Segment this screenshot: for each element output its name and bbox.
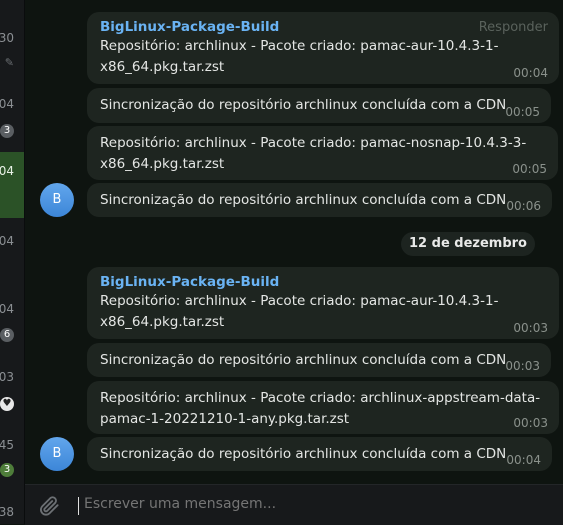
message-time: 00:03	[513, 416, 548, 430]
message-time: 00:06	[506, 199, 541, 213]
message-composer	[25, 484, 563, 525]
message-bubble[interactable]: BigLinux-Package-Build Repositório: arch…	[87, 267, 559, 339]
chat-time: 30	[0, 31, 14, 45]
date-separator: 12 de dezembro	[401, 232, 535, 256]
message-bubble[interactable]: Repositório: archlinux - Pacote criado: …	[87, 126, 558, 180]
chat-time: 45	[0, 438, 14, 452]
message-time: 00:03	[513, 321, 548, 335]
avatar[interactable]: B	[40, 437, 74, 471]
paperclip-icon[interactable]	[38, 495, 60, 517]
message-list[interactable]: BigLinux-Package-Build Repositório: arch…	[25, 0, 563, 484]
chat-time: 04	[0, 164, 14, 178]
chat-time: 04	[0, 234, 14, 248]
message-time: 00:03	[505, 359, 540, 373]
message-text: Sincronização do repositório archlinux c…	[100, 352, 507, 368]
message-time: 00:05	[505, 105, 540, 119]
avatar[interactable]: B	[40, 183, 74, 217]
message-text: Sincronização do repositório archlinux c…	[100, 446, 507, 462]
message-bubble[interactable]: Sincronização do repositório archlinux c…	[87, 343, 551, 377]
message-bubble[interactable]: Sincronização do repositório archlinux c…	[87, 183, 552, 217]
message-time: 00:04	[506, 453, 541, 467]
message-text: Repositório: archlinux - Pacote criado: …	[100, 38, 499, 75]
chat-list-sidebar[interactable]: 30 ✎ 04 3 04 04 04 6 03 ♥ 45 3 38	[0, 0, 25, 524]
message-input[interactable]	[82, 495, 546, 513]
unread-badge: 3	[0, 124, 14, 138]
chat-time: 04	[0, 97, 14, 111]
message-text: Sincronização do repositório archlinux c…	[100, 97, 507, 113]
pin-icon: ✎	[4, 56, 14, 69]
message-time: 00:05	[512, 162, 547, 176]
heart-icon: ♥	[0, 397, 14, 411]
message-bubble[interactable]: Sincronização do repositório archlinux c…	[87, 88, 551, 123]
message-bubble[interactable]: Repositório: archlinux - Pacote criado: …	[87, 381, 559, 434]
message-text: Repositório: archlinux - Pacote criado: …	[100, 390, 541, 427]
message-bubble[interactable]: BigLinux-Package-Build Repositório: arch…	[87, 12, 559, 84]
message-text: Repositório: archlinux - Pacote criado: …	[100, 135, 527, 172]
chat-time: 04	[0, 302, 14, 316]
chat-time: 03	[0, 370, 14, 384]
text-caret	[78, 497, 79, 515]
message-text: Repositório: archlinux - Pacote criado: …	[100, 293, 499, 330]
reply-button[interactable]: Responder	[479, 20, 548, 35]
message-bubble[interactable]: Sincronização do repositório archlinux c…	[87, 437, 552, 471]
chat-item-selected[interactable]	[0, 152, 24, 218]
message-sender[interactable]: BigLinux-Package-Build	[100, 274, 547, 291]
unread-badge: 3	[0, 463, 14, 477]
unread-badge: 6	[0, 328, 14, 342]
message-time: 00:04	[513, 66, 548, 80]
message-text: Sincronização do repositório archlinux c…	[100, 192, 507, 208]
chat-time: 38	[0, 505, 14, 519]
